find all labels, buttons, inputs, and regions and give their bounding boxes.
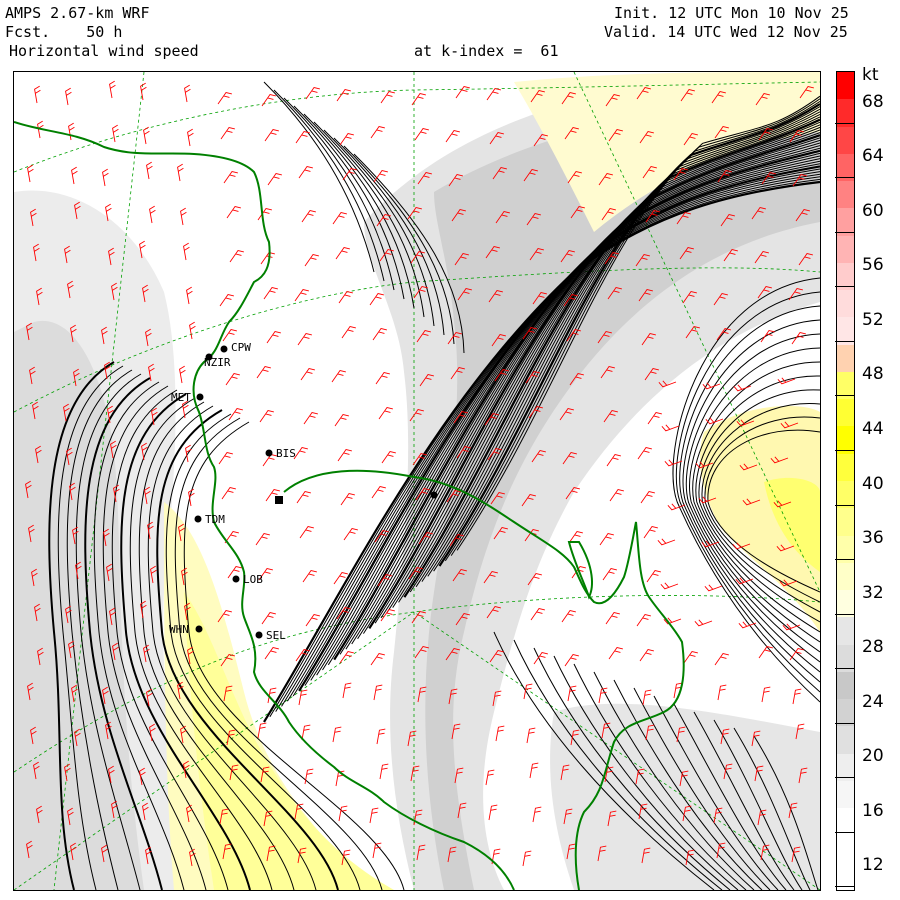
- colorbar-label: 36: [862, 528, 884, 549]
- colorbar-tick: [835, 177, 855, 179]
- colorbar-tick: [835, 450, 855, 451]
- colorbar-cell: [837, 562, 854, 591]
- colorbar-label: 44: [862, 419, 884, 439]
- colorbar-label: 60: [862, 200, 884, 221]
- colorbar-tick: [835, 231, 855, 233]
- svg-text:NZIR: NZIR: [204, 356, 231, 369]
- forecast-hour: Fcst. 50 h: [5, 23, 123, 41]
- station-unnamed-1: [275, 496, 283, 504]
- svg-text:MET: MET: [171, 391, 191, 404]
- svg-text:CPW: CPW: [231, 341, 251, 354]
- colorbar-tick: [835, 722, 855, 724]
- colorbar-label: 20: [862, 746, 884, 767]
- colorbar-label: 68: [862, 91, 884, 112]
- valid-time: Valid. 14 UTC Wed 12 Nov 25: [604, 23, 848, 41]
- colorbar-tick: [835, 340, 855, 342]
- map-canvas: CPW NZIR MET BIS TDM LOB WHN SEL: [14, 72, 820, 890]
- svg-text:WHN: WHN: [169, 623, 189, 636]
- colorbar-tick: [835, 831, 855, 833]
- station-unnamed-2: [430, 491, 438, 499]
- colorbar-label: 48: [862, 364, 884, 385]
- station-nzir: NZIR: [204, 353, 231, 369]
- colorbar-cell: [837, 780, 854, 809]
- colorbar-label: 24: [862, 691, 884, 712]
- field-name: Horizontal wind speed: [9, 42, 199, 60]
- colorbar-unit: kt: [862, 65, 879, 85]
- colorbar-cell: [837, 835, 854, 864]
- svg-text:TDM: TDM: [205, 513, 225, 526]
- svg-text:SEL: SEL: [266, 629, 286, 642]
- colorbar-label: 56: [862, 255, 884, 276]
- colorbar-cell: [837, 181, 854, 209]
- colorbar-cell: [837, 72, 854, 100]
- colorbar-cell: [837, 126, 854, 155]
- colorbar-tick: [835, 777, 855, 779]
- colorbar: [836, 71, 855, 891]
- colorbar-tick: [835, 668, 855, 670]
- colorbar-tick: [835, 286, 855, 288]
- wind-speed-map: CPW NZIR MET BIS TDM LOB WHN SEL: [13, 71, 821, 891]
- colorbar-tick: [835, 395, 855, 397]
- colorbar-cell: [837, 344, 854, 373]
- colorbar-label: 64: [862, 146, 884, 167]
- colorbar-tick: [835, 613, 855, 615]
- colorbar-cell: [837, 671, 854, 700]
- model-title: AMPS 2.67-km WRF: [5, 4, 150, 22]
- init-time: Init. 12 UTC Mon 10 Nov 25: [614, 4, 849, 22]
- svg-text:BIS: BIS: [276, 447, 296, 460]
- colorbar-cell: [837, 290, 854, 318]
- colorbar-label: 40: [862, 473, 884, 494]
- colorbar-tick: [835, 122, 855, 124]
- colorbar-label: 32: [862, 582, 884, 603]
- colorbar-label: 52: [862, 309, 884, 330]
- colorbar-tick: [835, 886, 855, 888]
- colorbar-tick: [835, 559, 855, 561]
- colorbar-label: 12: [862, 855, 884, 876]
- level-label: at k-index = 61: [414, 42, 559, 60]
- colorbar-cell: [837, 453, 854, 482]
- colorbar-cell: [837, 617, 854, 646]
- colorbar-cell: [837, 235, 854, 264]
- colorbar-cell: [837, 399, 854, 427]
- colorbar-tick: [835, 504, 855, 506]
- colorbar-cell: [837, 726, 854, 755]
- colorbar-label: 28: [862, 637, 884, 658]
- colorbar-label: 16: [862, 800, 884, 821]
- svg-text:LOB: LOB: [243, 573, 263, 586]
- colorbar-cell: [837, 508, 854, 537]
